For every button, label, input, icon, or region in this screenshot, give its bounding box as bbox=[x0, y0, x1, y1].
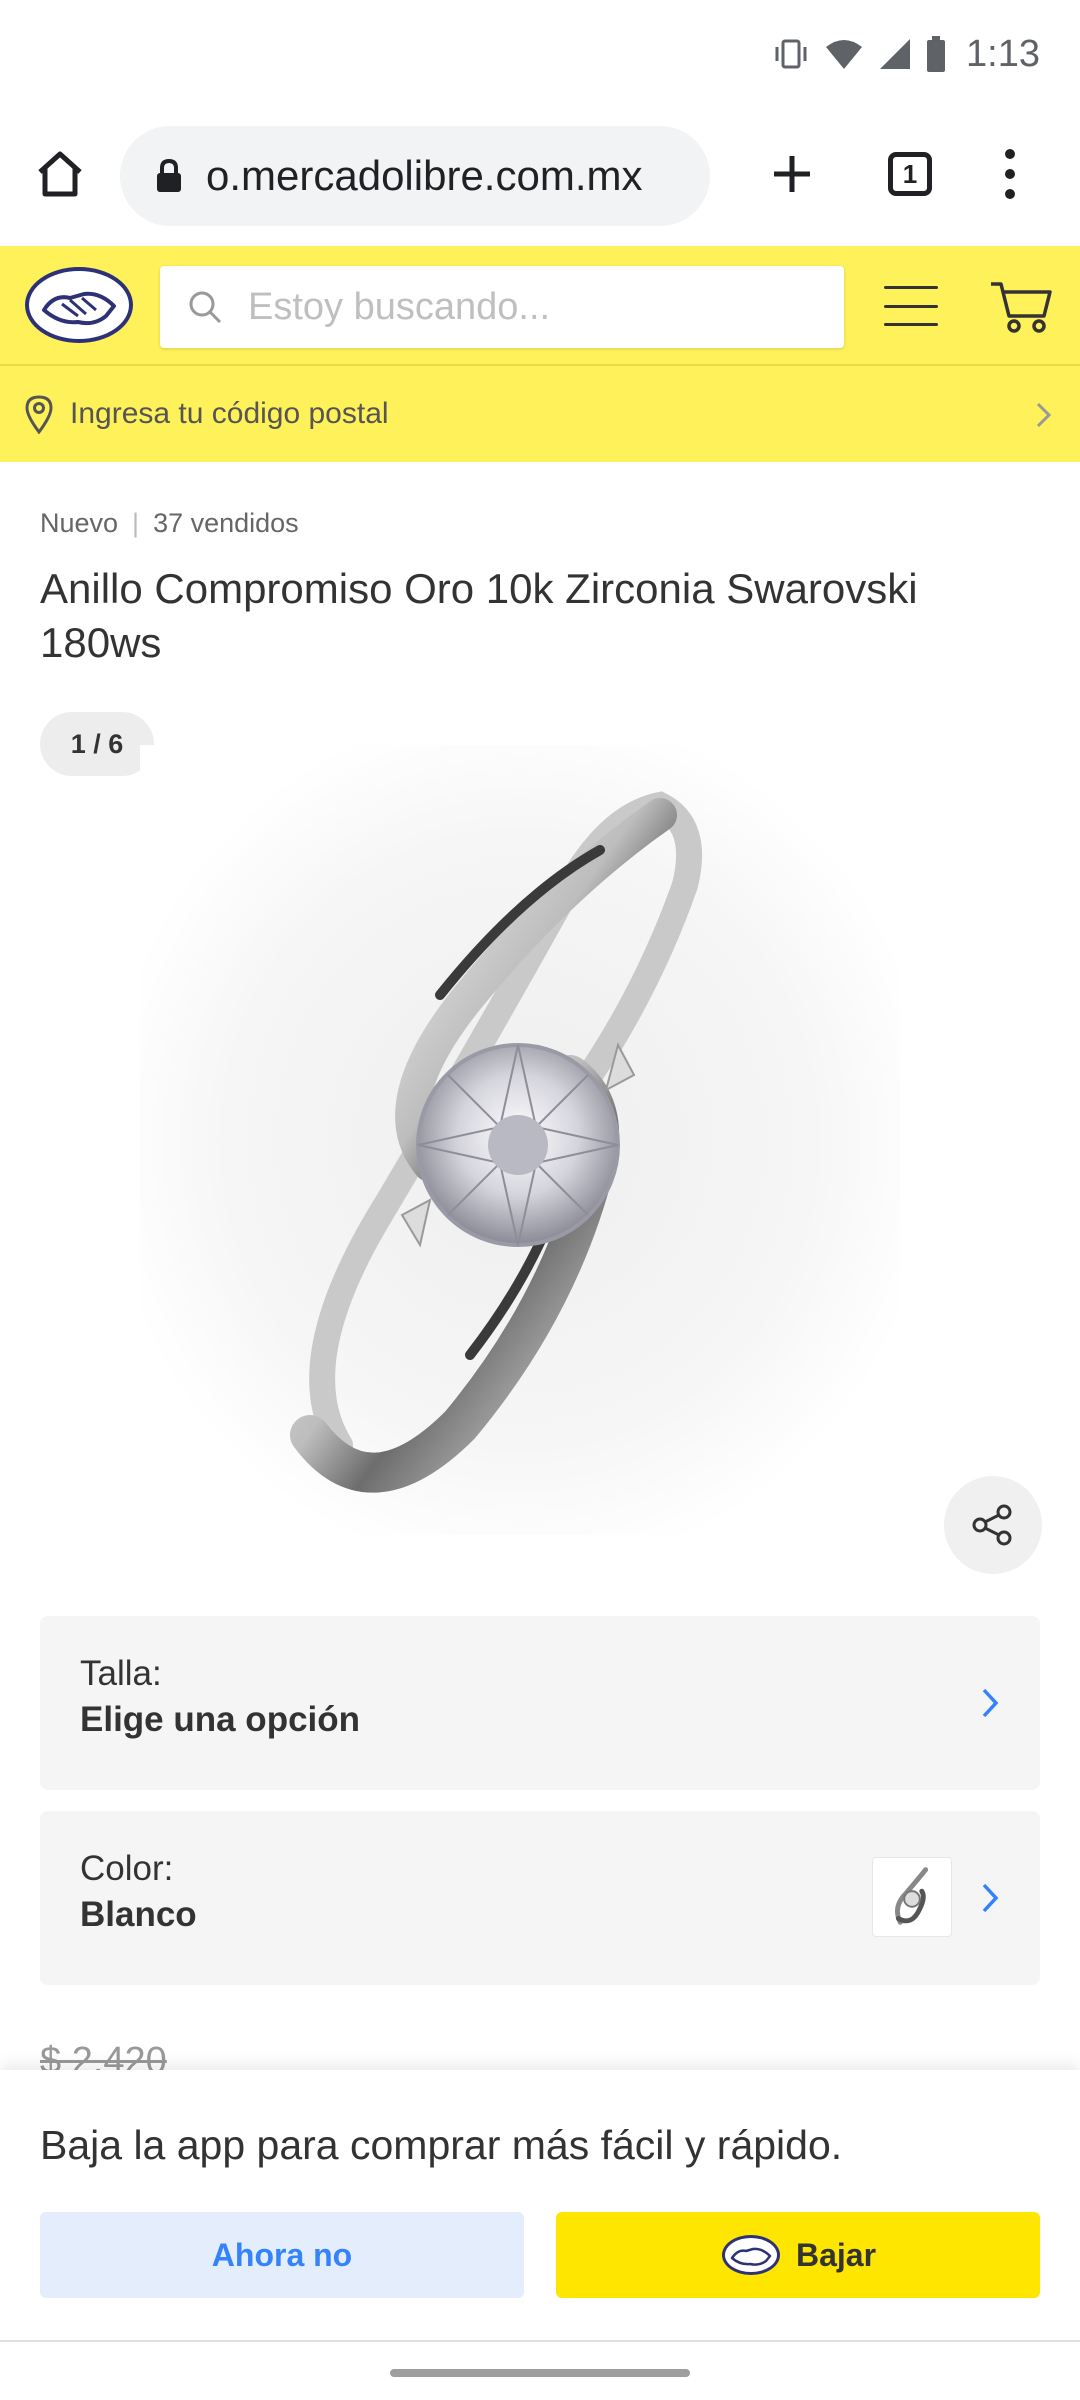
postal-code-bar[interactable]: Ingresa tu código postal bbox=[0, 366, 1080, 462]
gallery-counter: 1 / 6 bbox=[40, 712, 154, 776]
signal-icon bbox=[880, 39, 911, 69]
new-tab-button[interactable] bbox=[762, 144, 822, 204]
search-icon bbox=[189, 291, 222, 324]
share-button[interactable] bbox=[944, 1476, 1042, 1574]
search-input[interactable] bbox=[248, 285, 828, 329]
more-vert-icon bbox=[1005, 149, 1015, 159]
url-text: o.mercadolibre.com.mx bbox=[206, 152, 643, 199]
mercadolibre-logo-icon bbox=[721, 2235, 780, 2275]
address-bar[interactable]: o.mercadolibre.com.mx bbox=[120, 126, 710, 226]
status-bar: 1:13 bbox=[0, 0, 1080, 104]
search-box[interactable] bbox=[160, 266, 844, 348]
home-icon bbox=[38, 151, 82, 197]
product-condition: Nuevo | 37 vendidos bbox=[40, 508, 299, 538]
product-image[interactable] bbox=[140, 745, 900, 1535]
banner-message: Baja la app para comprar más fácil y ráp… bbox=[40, 2122, 843, 2168]
lock-icon bbox=[157, 158, 181, 192]
download-app-button[interactable]: Bajar bbox=[556, 2212, 1040, 2298]
download-label: Bajar bbox=[795, 2236, 877, 2273]
color-thumbnail bbox=[872, 1857, 952, 1937]
color-value: Blanco bbox=[80, 1895, 197, 1934]
color-selector[interactable]: Color: Blanco bbox=[40, 1811, 1040, 1985]
mercadolibre-logo[interactable] bbox=[22, 264, 136, 346]
not-now-button[interactable]: Ahora no bbox=[40, 2212, 524, 2298]
size-value: Elige una opción bbox=[80, 1700, 361, 1739]
condition-label: Nuevo bbox=[40, 508, 119, 538]
battery-icon bbox=[927, 36, 946, 72]
tab-switcher-button[interactable]: 1 bbox=[882, 146, 938, 202]
wifi-icon bbox=[826, 40, 863, 69]
tab-count: 1 bbox=[888, 152, 932, 196]
gesture-nav-area bbox=[0, 2340, 1080, 2400]
vibrate-icon bbox=[775, 39, 807, 69]
share-icon bbox=[972, 1504, 1012, 1546]
home-gesture-bar[interactable] bbox=[390, 2369, 690, 2377]
product-title: Anillo Compromiso Oro 10k Zirconia Swaro… bbox=[40, 565, 918, 666]
browser-toolbar: o.mercadolibre.com.mx 1 bbox=[0, 104, 1080, 246]
chevron-right-icon bbox=[1036, 402, 1052, 428]
status-time: 1:13 bbox=[966, 32, 1040, 75]
plus-icon bbox=[774, 156, 810, 192]
cart-icon[interactable] bbox=[988, 278, 1054, 336]
size-selector[interactable]: Talla: Elige una opción bbox=[40, 1616, 1040, 1790]
hamburger-icon bbox=[884, 286, 938, 289]
postal-code-prompt: Ingresa tu código postal bbox=[70, 397, 389, 430]
app-download-banner: Baja la app para comprar más fácil y ráp… bbox=[0, 2070, 1080, 2340]
location-pin-icon bbox=[25, 395, 53, 434]
status-icons: 1:13 bbox=[772, 28, 1040, 80]
home-button[interactable] bbox=[30, 144, 90, 204]
browser-menu-button[interactable] bbox=[990, 144, 1030, 204]
color-label: Color: bbox=[80, 1849, 174, 1888]
size-label: Talla: bbox=[80, 1654, 162, 1693]
sold-count: 37 vendidos bbox=[153, 508, 299, 538]
menu-button[interactable] bbox=[884, 286, 938, 326]
chevron-right-icon bbox=[982, 1688, 999, 1718]
chevron-right-icon bbox=[982, 1883, 999, 1913]
site-header bbox=[0, 246, 1080, 366]
